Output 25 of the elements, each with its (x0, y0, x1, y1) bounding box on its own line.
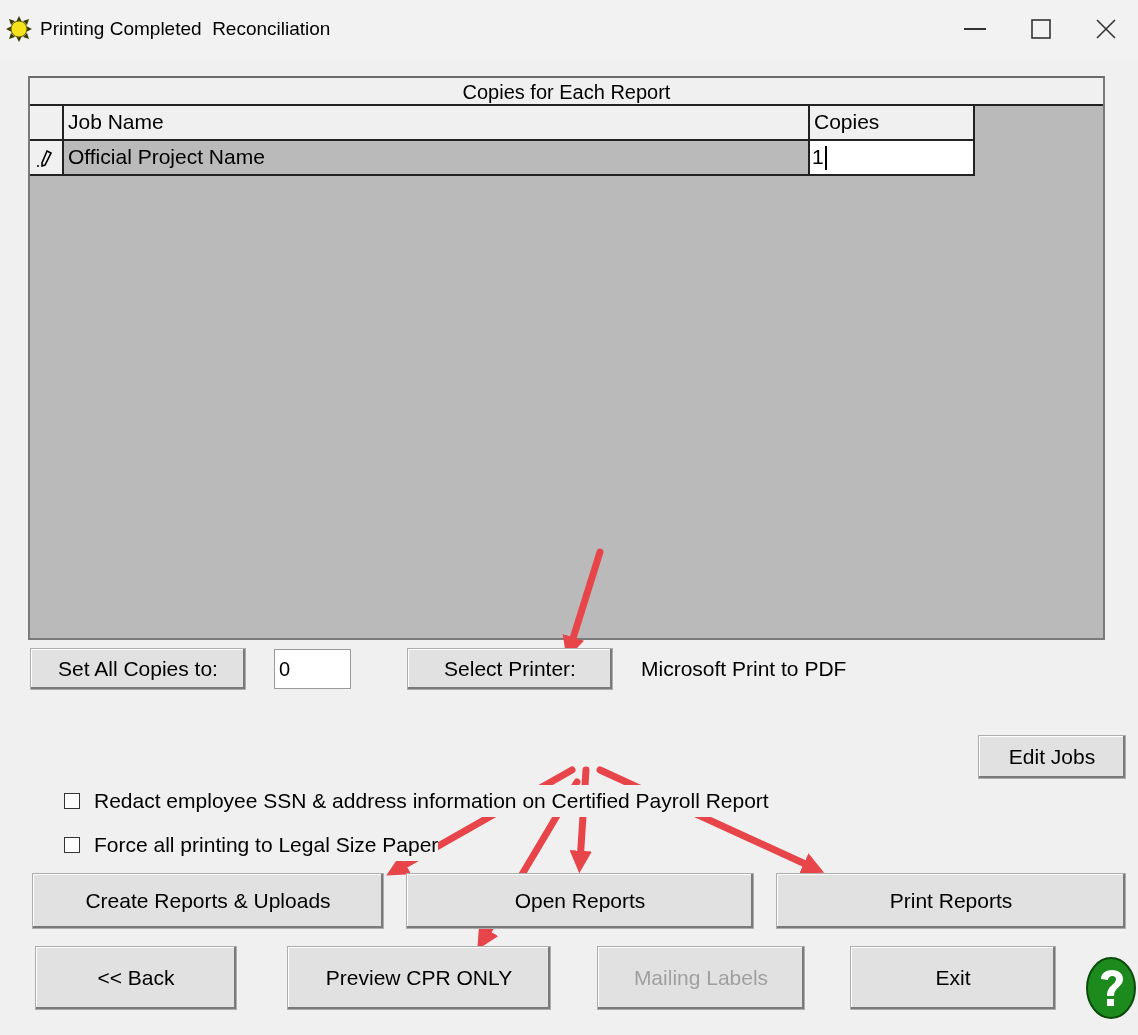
close-icon[interactable] (1096, 19, 1116, 39)
button[interactable]: Set All Copies to: (30, 648, 246, 690)
button[interactable]: Create Reports & Uploads (32, 873, 384, 929)
checkbox-label: Redact employee SSN & address information on Certified Payroll Report (94, 785, 769, 817)
grid-caption: Copies for Each Report (30, 78, 1103, 106)
button[interactable]: Select Printer: (407, 648, 613, 690)
button[interactable]: Edit Jobs (978, 735, 1126, 779)
maximize-icon[interactable] (1031, 19, 1051, 39)
printer-name: Microsoft Print to PDF (641, 656, 847, 683)
button[interactable]: << Back (35, 946, 237, 1010)
window-title: Printing Completed Reconciliation (40, 16, 331, 41)
input-field[interactable]: 1 (810, 141, 975, 176)
input-field[interactable]: 0 (274, 649, 351, 689)
button[interactable]: Open Reports (406, 873, 754, 929)
button[interactable]: Print Reports (776, 873, 1126, 929)
table-cell: Official Project Name (64, 141, 810, 176)
button[interactable]: Preview CPR ONLY (287, 946, 551, 1010)
checkbox[interactable] (64, 837, 80, 853)
help-icon[interactable] (1086, 957, 1136, 1019)
sun-icon (6, 16, 32, 42)
column-header[interactable]: Job Name (64, 106, 810, 141)
minimize-icon[interactable] (964, 27, 986, 31)
button[interactable]: Exit (850, 946, 1056, 1010)
checkbox[interactable] (64, 793, 80, 809)
column-header[interactable]: Copies (810, 106, 975, 141)
